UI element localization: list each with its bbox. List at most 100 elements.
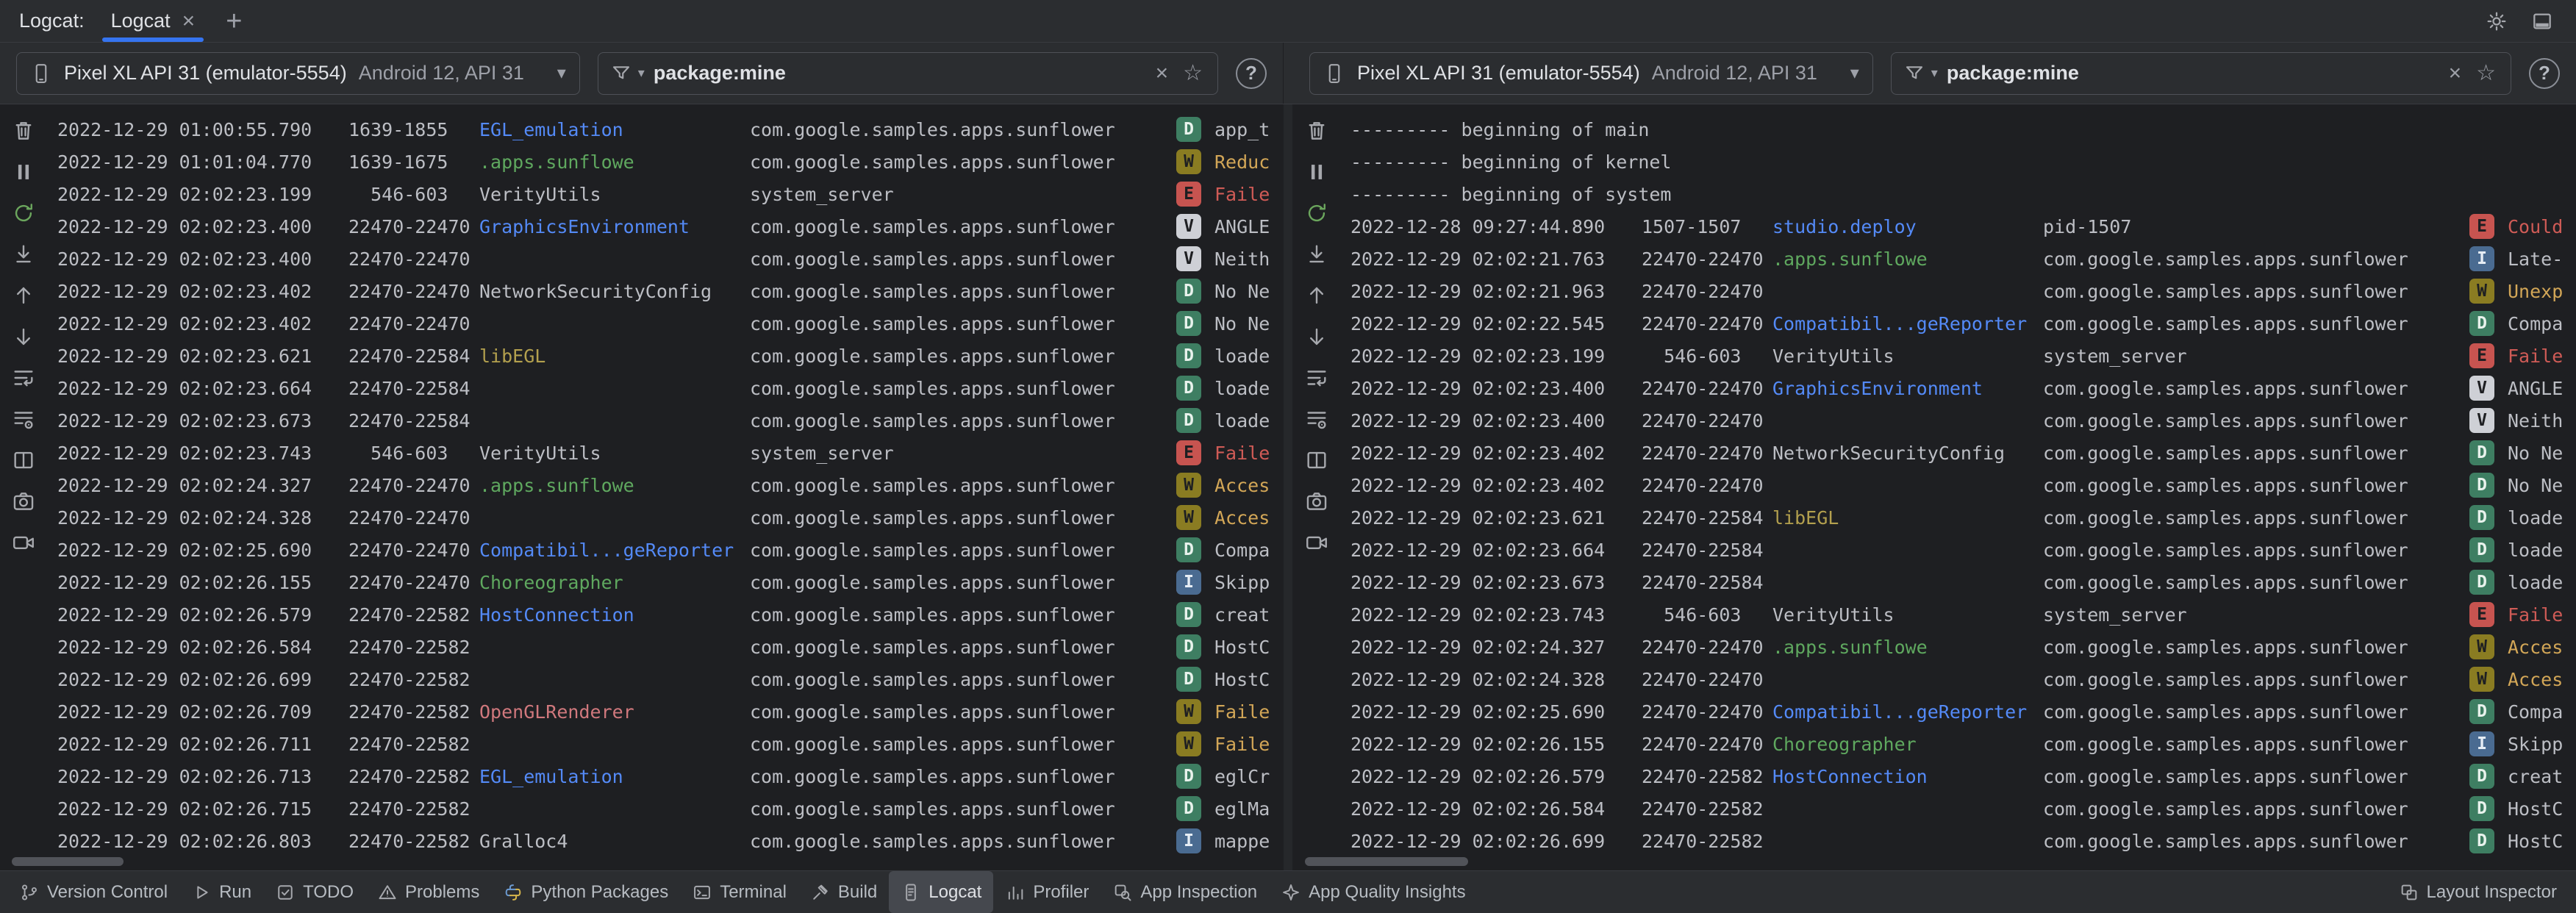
log-row[interactable]: 2022-12-29 02:02:23.402 22470-22470 Networ… [1350,437,2576,469]
log-row[interactable]: 2022-12-29 02:02:26.715 22470-22582 com.go… [57,792,1283,825]
log-row[interactable]: 2022-12-29 02:02:22.545 22470-22470 Compat… [1350,307,2576,340]
filter-chevron-icon[interactable]: ▾ [638,65,645,81]
log-row[interactable]: 2022-12-29 02:02:26.579 22470-22582 HostCo… [1350,760,2576,792]
device-selector[interactable]: Pixel XL API 31 (emulator-5554) Android … [1309,51,1873,95]
scroll-to-end-button[interactable] [1300,238,1333,271]
statusbar-item-logcat[interactable]: Logcat [889,871,994,913]
soft-wrap-button[interactable] [1300,362,1333,394]
horizontal-scrollbar[interactable] [1305,857,1468,866]
log-row[interactable]: 2022-12-29 02:02:26.711 22470-22582 com.go… [57,728,1283,760]
restart-logcat-button[interactable] [7,197,40,229]
favorite-star-icon[interactable]: ☆ [1180,62,1206,85]
log-row[interactable]: 2022-12-29 02:02:26.584 22470-22582 com.go… [1350,792,2576,825]
log-row[interactable]: 2022-12-29 02:02:24.327 22470-22470 .apps.… [57,469,1283,501]
log-row[interactable]: 2022-12-29 02:02:23.402 22470-22470 com.go… [1350,469,2576,501]
log-row[interactable]: 2022-12-29 02:02:26.803 22470-22582 Grallo… [57,825,1283,857]
tab-logcat[interactable]: Logcat × [95,0,212,42]
log-row[interactable]: 2022-12-29 02:02:23.199 546-603 VerityUti… [1350,340,2576,372]
log-row[interactable]: --------- beginning of main [1350,113,2576,146]
tab-close-icon[interactable]: × [182,10,196,32]
add-tab-button[interactable]: + [211,7,257,35]
format-options-button[interactable] [1300,403,1333,435]
filter-field[interactable]: ▾ package:mine × ☆ [1890,51,2511,95]
log-row[interactable]: 2022-12-29 01:01:04.770 1639-1675 .apps.su… [57,146,1283,178]
log-row[interactable]: 2022-12-29 02:02:26.699 22470-22582 com.go… [57,663,1283,695]
log-row[interactable]: 2022-12-29 02:02:24.328 22470-22470 com.go… [57,501,1283,534]
log-row[interactable]: 2022-12-29 02:02:23.743 546-603 VerityUti… [1350,598,2576,631]
log-row[interactable]: 2022-12-29 02:02:26.584 22470-22582 com.go… [57,631,1283,663]
log-row[interactable]: 2022-12-29 02:02:23.400 22470-22470 Graphi… [57,210,1283,243]
filter-funnel-icon[interactable] [1903,62,1925,85]
favorite-star-icon[interactable]: ☆ [2473,62,2499,85]
log-row[interactable]: 2022-12-29 02:02:23.199 546-603 VerityUti… [57,178,1283,210]
filter-field[interactable]: ▾ package:mine × ☆ [597,51,1218,95]
next-occurrence-button[interactable] [1300,321,1333,353]
log-row[interactable]: 2022-12-29 02:02:21.763 22470-22470 .apps.… [1350,243,2576,275]
screen-record-button[interactable] [1300,526,1333,559]
log-row[interactable]: 2022-12-29 02:02:24.328 22470-22470 com.go… [1350,663,2576,695]
pause-logcat-button[interactable] [1300,156,1333,188]
log-view[interactable]: --------- beginning of main --------- beg… [1340,104,2576,870]
log-row[interactable]: 2022-12-29 02:02:26.155 22470-22470 Choreo… [1350,728,2576,760]
screen-record-button[interactable] [7,526,40,559]
filter-chevron-icon[interactable]: ▾ [1931,65,1938,81]
log-row[interactable]: --------- beginning of system [1350,178,2576,210]
log-row[interactable]: 2022-12-29 02:02:25.690 22470-22470 Compat… [57,534,1283,566]
log-row[interactable]: 2022-12-29 01:00:55.790 1639-1855 EGL_emul… [57,113,1283,146]
log-row[interactable]: 2022-12-29 02:02:21.963 22470-22470 com.go… [1350,275,2576,307]
statusbar-item-todo[interactable]: TODO [263,871,365,913]
log-row[interactable]: 2022-12-29 02:02:23.400 22470-22470 Graphi… [1350,372,2576,404]
help-icon[interactable]: ? [2529,57,2560,89]
log-row[interactable]: 2022-12-29 02:02:23.673 22470-22584 com.go… [57,404,1283,437]
soft-wrap-button[interactable] [7,362,40,394]
log-row[interactable]: 2022-12-29 02:02:23.621 22470-22584 libEGL… [57,340,1283,372]
log-row[interactable]: 2022-12-29 02:02:26.709 22470-22582 OpenGL… [57,695,1283,728]
statusbar-item-terminal[interactable]: Terminal [680,871,798,913]
log-row[interactable]: 2022-12-29 02:02:23.400 22470-22470 com.go… [57,243,1283,275]
log-row[interactable]: 2022-12-29 02:02:23.402 22470-22470 com.go… [57,307,1283,340]
device-selector[interactable]: Pixel XL API 31 (emulator-5554) Android … [16,51,580,95]
log-row[interactable]: --------- beginning of kernel [1350,146,2576,178]
statusbar-item-python-packages[interactable]: Python Packages [491,871,680,913]
statusbar-item-problems[interactable]: Problems [365,871,491,913]
scroll-to-end-button[interactable] [7,238,40,271]
log-row[interactable]: 2022-12-29 02:02:24.327 22470-22470 .apps.… [1350,631,2576,663]
clear-logcat-button[interactable] [1300,115,1333,147]
log-view[interactable]: 2022-12-29 01:00:55.790 1639-1855 EGL_emul… [47,104,1283,870]
pane-splitter[interactable] [1283,104,1293,870]
restart-logcat-button[interactable] [1300,197,1333,229]
format-options-button[interactable] [7,403,40,435]
statusbar-item-build[interactable]: Build [798,871,889,913]
hide-tool-window-icon[interactable] [2530,10,2554,33]
filter-query[interactable]: package:mine [654,62,1144,85]
log-row[interactable]: 2022-12-29 02:02:23.664 22470-22584 com.go… [1350,534,2576,566]
previous-occurrence-button[interactable] [1300,279,1333,312]
next-occurrence-button[interactable] [7,321,40,353]
log-row[interactable]: 2022-12-29 02:02:23.400 22470-22470 com.go… [1350,404,2576,437]
screenshot-button[interactable] [7,485,40,518]
gear-icon[interactable] [2485,10,2508,33]
statusbar-item-app-quality-insights[interactable]: App Quality Insights [1269,871,1477,913]
filter-funnel-icon[interactable] [610,62,632,85]
log-row[interactable]: 2022-12-29 02:02:23.621 22470-22584 libEGL… [1350,501,2576,534]
statusbar-item-version-control[interactable]: Version Control [7,871,179,913]
help-icon[interactable]: ? [1236,57,1267,89]
log-row[interactable]: 2022-12-29 02:02:23.673 22470-22584 com.go… [1350,566,2576,598]
clear-filter-icon[interactable]: × [1153,62,1172,85]
split-panels-button[interactable] [7,444,40,476]
statusbar-item-profiler[interactable]: Profiler [993,871,1101,913]
log-row[interactable]: 2022-12-29 02:02:23.664 22470-22584 com.go… [57,372,1283,404]
clear-filter-icon[interactable]: × [2446,62,2465,85]
log-row[interactable]: 2022-12-29 02:02:25.690 22470-22470 Compat… [1350,695,2576,728]
statusbar-item-app-inspection[interactable]: App Inspection [1101,871,1269,913]
log-row[interactable]: 2022-12-29 02:02:23.402 22470-22470 Networ… [57,275,1283,307]
log-row[interactable]: 2022-12-29 02:02:26.579 22470-22582 HostCo… [57,598,1283,631]
statusbar-item-run[interactable]: Run [179,871,263,913]
pause-logcat-button[interactable] [7,156,40,188]
clear-logcat-button[interactable] [7,115,40,147]
statusbar-item-layout-inspector[interactable]: Layout Inspector [2387,871,2569,913]
log-row[interactable]: 2022-12-29 02:02:23.743 546-603 VerityUti… [57,437,1283,469]
previous-occurrence-button[interactable] [7,279,40,312]
horizontal-scrollbar[interactable] [12,857,124,866]
split-panels-button[interactable] [1300,444,1333,476]
